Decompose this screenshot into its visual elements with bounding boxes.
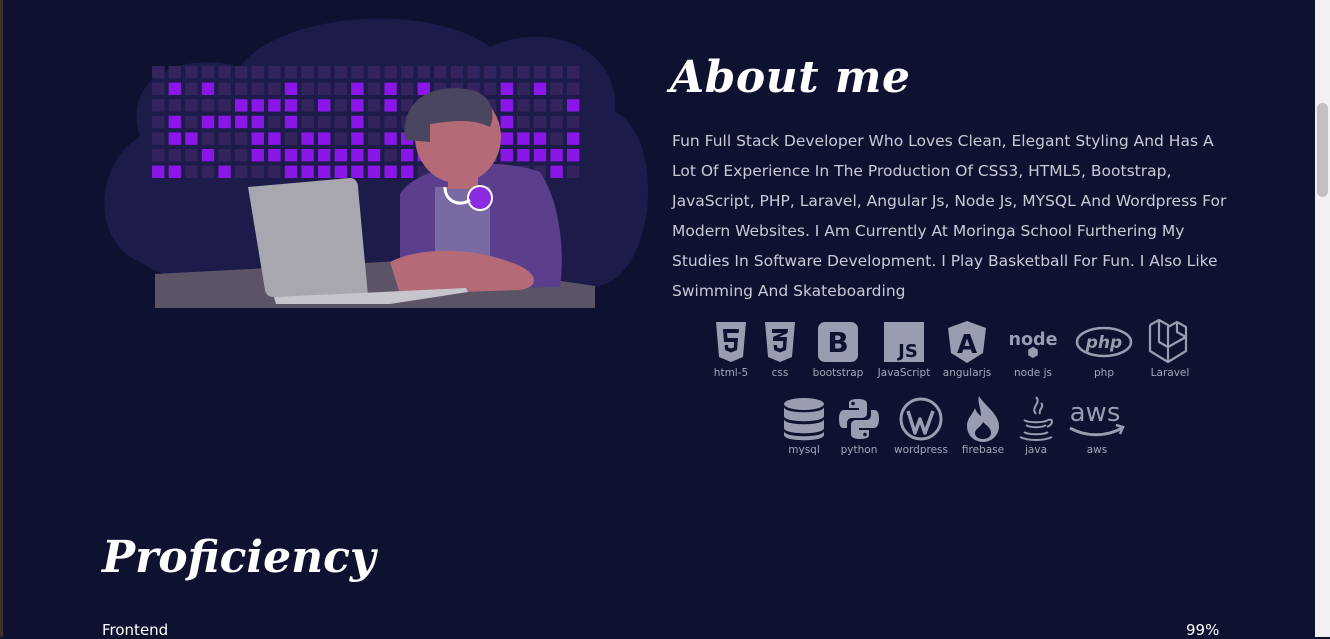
skill-java: java [1012,396,1060,456]
skill-label: aws [1086,444,1108,456]
proficiency-item-label: Frontend [102,621,169,639]
about-description: Fun Full Stack Developer Who Loves Clean… [672,132,1227,300]
nodejs-icon: node [1009,320,1057,364]
skill-label: php [1094,367,1114,379]
scrollbar-thumb[interactable] [1317,103,1328,197]
skill-nodejs: node node js [1000,320,1066,379]
skill-label: java [1025,444,1047,456]
skill-php: php php [1066,320,1142,379]
wordpress-icon [897,397,945,441]
about-title: About me [670,52,911,103]
skill-wordpress: wordpress [888,397,954,456]
skill-laravel: Laravel [1142,319,1198,379]
skill-python: python [830,397,888,456]
skill-css3: css [758,320,802,379]
svg-text:A: A [957,330,977,360]
skill-html5: html-5 [704,320,758,379]
aws-icon: aws [1065,397,1129,441]
laravel-icon [1146,319,1194,364]
skill-label: python [840,444,878,456]
skill-label: node js [1014,367,1052,379]
window-left-edge [0,0,3,637]
java-icon [1012,396,1060,441]
firebase-icon [959,396,1007,442]
skill-label: css [771,367,789,379]
svg-text:php: php [1085,333,1122,353]
skill-label: firebase [961,444,1005,456]
skill-bootstrap: B bootstrap [802,320,874,379]
skill-aws: aws aws [1060,397,1134,456]
python-icon [835,397,883,441]
javascript-icon: JS [880,320,928,364]
css3-icon [756,320,804,364]
skill-label: wordpress [894,444,948,456]
html5-icon [707,320,755,364]
skill-mysql: mysql [778,397,830,456]
vertical-scrollbar[interactable] [1315,0,1330,637]
skill-label: mysql [788,444,820,456]
skill-label: bootstrap [812,367,864,379]
database-icon [780,397,828,441]
proficiency-item-value: 99% [1186,621,1220,639]
skills-row-secondary: mysql python wordpress firebase java aws… [778,396,1134,456]
proficiency-title: Proficiency [102,532,376,583]
skill-firebase: firebase [954,396,1012,456]
svg-text:aws: aws [1070,398,1121,428]
angular-icon: A [943,320,991,364]
skill-label: angularjs [942,367,992,379]
skill-label: JavaScript [877,367,931,379]
bootstrap-icon: B [814,320,862,364]
svg-text:JS: JS [896,341,918,362]
skill-angularjs: A angularjs [934,320,1000,379]
svg-text:B: B [827,326,848,359]
php-icon: php [1074,320,1134,364]
skill-label: html-5 [713,367,749,379]
skill-label: Laravel [1150,367,1190,379]
skills-row-primary: html-5 css B bootstrap JS JavaScript A a… [704,319,1198,379]
skill-javascript: JS JavaScript [874,320,934,379]
developer-illustration [104,18,649,308]
